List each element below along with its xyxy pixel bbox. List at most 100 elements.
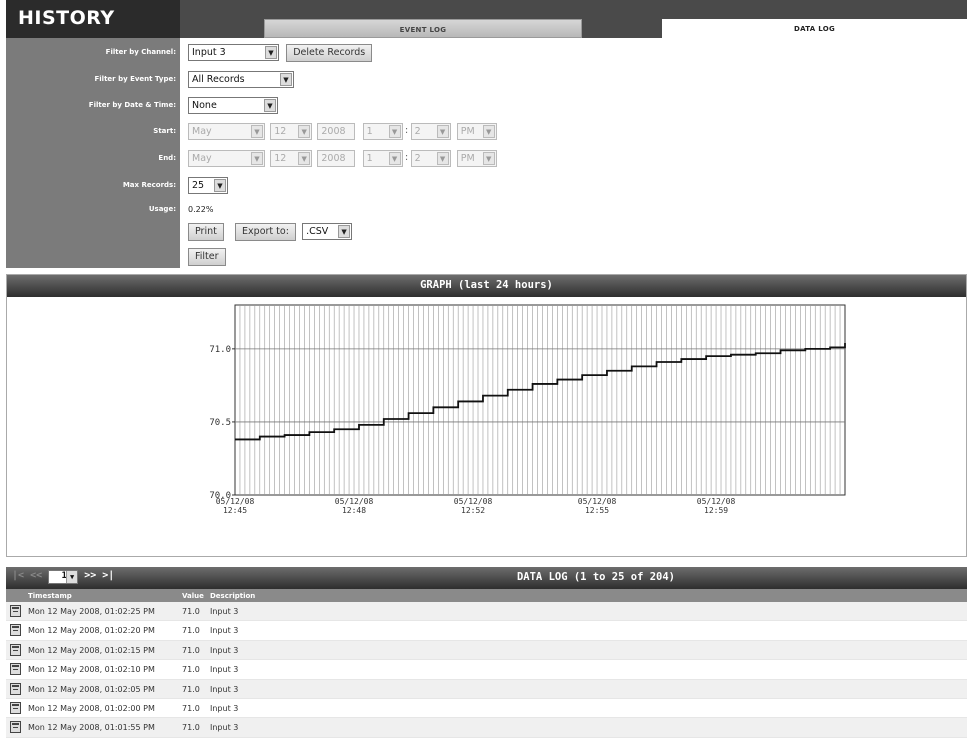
- row-description: Input 3: [210, 626, 239, 636]
- graph-panel: GRAPH (last 24 hours) 70.0 70.5 71.0 05/12/…: [6, 274, 967, 557]
- end-hour-select[interactable]: 1 ▼: [362, 150, 403, 167]
- record-icon[interactable]: [10, 643, 21, 656]
- row-description: Input 3: [210, 684, 239, 694]
- line-chart: 70.070.571.005/12/0812:4505/12/0812:4805…: [209, 304, 846, 515]
- record-icon[interactable]: [10, 721, 21, 734]
- start-ampm-value: PM: [460, 126, 475, 137]
- chevron-down-icon: ▼: [265, 46, 277, 59]
- end-ampm-value: PM: [460, 153, 475, 164]
- end-label: End:: [158, 154, 176, 162]
- page-title: HISTORY: [6, 0, 180, 38]
- table-row: Mon 12 May 2008, 01:02:10 PM 71.0 Input 3: [6, 660, 967, 680]
- channel-select[interactable]: Input 3 ▼: [188, 44, 279, 61]
- start-hour-select[interactable]: 1 ▼: [362, 123, 403, 140]
- end-ampm-select[interactable]: PM ▼: [456, 150, 497, 167]
- row-value: 71.0: [182, 665, 200, 675]
- end-year-field[interactable]: 2008: [317, 150, 356, 167]
- record-icon[interactable]: [10, 624, 21, 637]
- x-tick-label: 05/12/08: [454, 497, 493, 506]
- page-select[interactable]: 1 ▼: [48, 570, 79, 584]
- next-page-link[interactable]: >>: [84, 570, 96, 581]
- data-log-rows: Mon 12 May 2008, 01:02:25 PM 71.0 Input 3 …: [6, 602, 967, 738]
- table-row: Mon 12 May 2008, 01:02:00 PM 71.0 Input 3: [6, 699, 967, 719]
- last-page-link[interactable]: >|: [102, 570, 114, 581]
- prev-page-link[interactable]: <<: [30, 570, 42, 581]
- graph-title: GRAPH (last 24 hours): [7, 275, 966, 297]
- start-month-select[interactable]: May ▼: [188, 123, 265, 140]
- filter-button[interactable]: Filter: [188, 248, 226, 266]
- table-row: Mon 12 May 2008, 01:02:20 PM 71.0 Input 3: [6, 621, 967, 641]
- data-log-header: |< << 1 ▼ >> >| DATA LOG (1 to 25 of 204): [6, 567, 967, 589]
- export-format-value: .CSV: [306, 226, 329, 237]
- x-tick-label: 05/12/08: [578, 497, 617, 506]
- date-time-select[interactable]: None ▼: [188, 97, 278, 114]
- end-month-value: May: [192, 153, 212, 164]
- row-description: Input 3: [210, 665, 239, 675]
- x-tick-label: 05/12/08: [335, 497, 374, 506]
- chevron-down-icon: ▼: [436, 125, 449, 138]
- event-type-select[interactable]: All Records ▼: [188, 71, 294, 88]
- print-button[interactable]: Print: [188, 223, 224, 241]
- y-tick-label: 71.0: [209, 345, 231, 355]
- pager: |< << 1 ▼ >> >|: [12, 570, 114, 586]
- channel-filter-label: Filter by Channel:: [105, 48, 176, 56]
- end-minute-value: 2: [414, 153, 421, 164]
- start-year-field[interactable]: 2008: [317, 123, 356, 140]
- start-month-value: May: [192, 126, 212, 137]
- y-tick-label: 70.5: [209, 418, 231, 428]
- end-day-select[interactable]: 12 ▼: [270, 150, 313, 167]
- filter-form: Filter by Channel: Filter by Event Type:…: [6, 38, 967, 268]
- start-ampm-select[interactable]: PM ▼: [456, 123, 497, 140]
- usage-value: 0.22%: [188, 205, 214, 214]
- start-hour-value: 1: [366, 126, 373, 137]
- row-timestamp: Mon 12 May 2008, 01:02:05 PM: [28, 684, 155, 694]
- channel-select-value: Input 3: [192, 47, 226, 58]
- x-tick-label: 12:48: [342, 506, 366, 515]
- table-row: Mon 12 May 2008, 01:02:05 PM 71.0 Input 3: [6, 679, 967, 699]
- export-format-select[interactable]: .CSV ▼: [302, 223, 353, 240]
- chevron-down-icon: ▼: [388, 152, 401, 165]
- event-type-filter-label: Filter by Event Type:: [94, 75, 177, 83]
- x-tick-label: 12:45: [223, 506, 247, 515]
- record-icon[interactable]: [10, 682, 21, 695]
- column-header-description[interactable]: Description: [210, 592, 255, 600]
- record-icon[interactable]: [10, 605, 21, 617]
- filter-labels-column: Filter by Channel: Filter by Event Type:…: [6, 38, 180, 268]
- end-minute-select[interactable]: 2 ▼: [410, 150, 451, 167]
- column-header-value[interactable]: Value: [182, 592, 204, 600]
- chevron-down-icon: ▼: [251, 125, 263, 138]
- chevron-down-icon: ▼: [214, 179, 226, 192]
- max-records-select[interactable]: 25 ▼: [188, 177, 228, 194]
- first-page-link[interactable]: |<: [12, 570, 24, 581]
- data-log-title: DATA LOG (1 to 25 of 204): [516, 571, 676, 583]
- filter-controls-column: Input 3 ▼ Delete Records All Records ▼ Non…: [180, 38, 967, 268]
- chevron-down-icon: ▼: [338, 225, 351, 238]
- row-timestamp: Mon 12 May 2008, 01:02:10 PM: [28, 665, 155, 675]
- record-icon[interactable]: [10, 701, 21, 714]
- record-icon[interactable]: [10, 663, 21, 676]
- tab-event-log[interactable]: EVENT LOG: [264, 19, 582, 38]
- row-timestamp: Mon 12 May 2008, 01:02:00 PM: [28, 703, 155, 713]
- x-tick-label: 05/12/08: [697, 497, 736, 506]
- table-row: Mon 12 May 2008, 01:02:25 PM 71.0 Input 3: [6, 602, 967, 622]
- chevron-down-icon: ▼: [436, 152, 449, 165]
- date-time-select-value: None: [192, 100, 217, 111]
- table-row: Mon 12 May 2008, 01:01:55 PM 71.0 Input 3: [6, 718, 967, 738]
- row-value: 71.0: [182, 626, 200, 636]
- data-log-column-headers: Timestamp Value Description: [6, 589, 967, 602]
- x-tick-label: 12:52: [461, 506, 485, 515]
- delete-records-button[interactable]: Delete Records: [286, 44, 373, 62]
- chevron-down-icon: ▼: [280, 73, 292, 86]
- max-records-value: 25: [192, 180, 205, 191]
- tab-strip: EVENT LOG DATA LOG: [180, 0, 967, 38]
- x-tick-label: 12:59: [704, 506, 728, 515]
- end-month-select[interactable]: May ▼: [188, 150, 265, 167]
- column-header-timestamp[interactable]: Timestamp: [28, 592, 72, 600]
- start-minute-select[interactable]: 2 ▼: [410, 123, 451, 140]
- export-button[interactable]: Export to:: [235, 223, 296, 241]
- start-day-select[interactable]: 12 ▼: [270, 123, 313, 140]
- table-row: Mon 12 May 2008, 01:02:15 PM 71.0 Input 3: [6, 640, 967, 661]
- tab-data-log[interactable]: DATA LOG: [662, 19, 967, 38]
- usage-label: Usage:: [148, 205, 176, 213]
- row-description: Input 3: [210, 645, 239, 655]
